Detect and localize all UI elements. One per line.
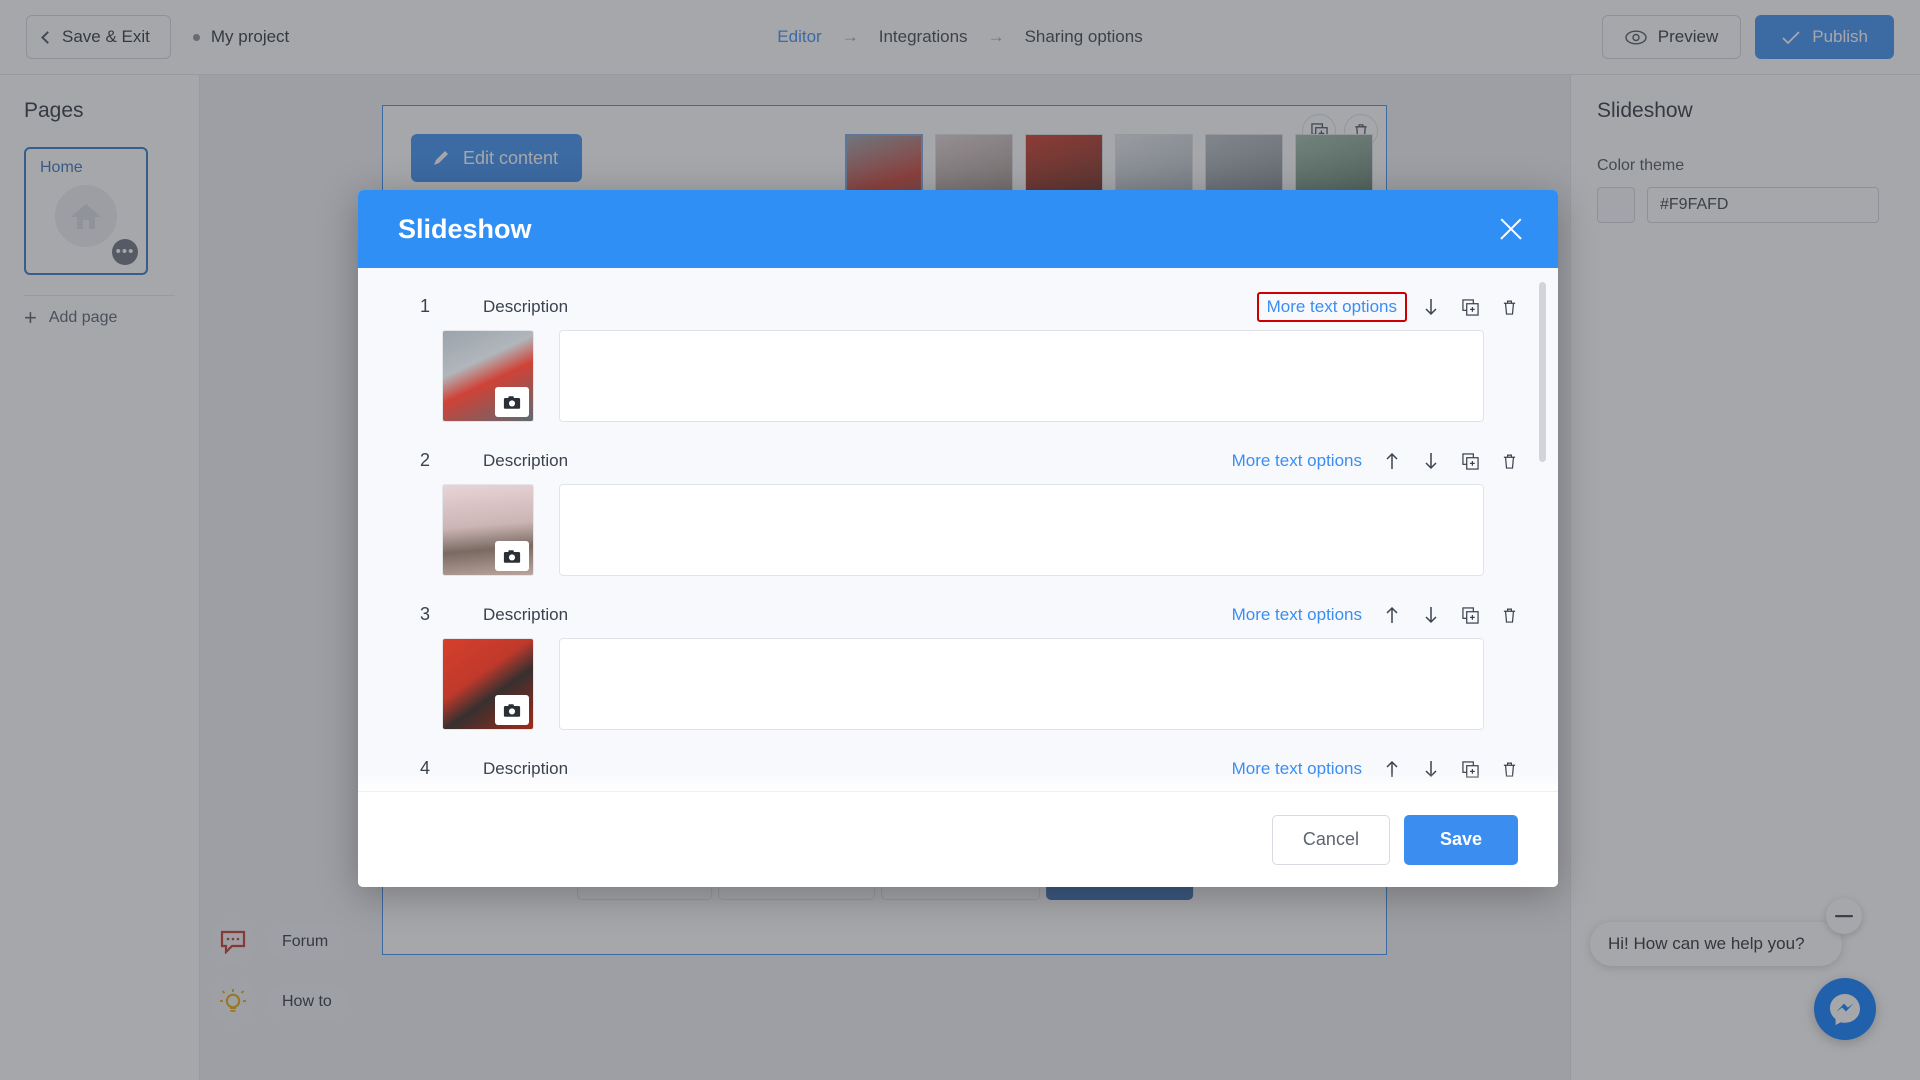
slide-row: Description More text options [392,444,1524,576]
slide-number: 1 [419,296,430,316]
save-button[interactable]: Save [1403,814,1518,865]
slide-number: 2 [419,450,430,470]
slide-thumbnail[interactable] [442,330,534,422]
move-up-button[interactable] [1377,600,1407,630]
slide-row-main: 2 [392,450,1524,576]
slide-row-header: Description More text options [392,444,1524,478]
delete-slide-button[interactable] [1494,600,1524,630]
modal-title: Slideshow [398,213,532,244]
duplicate-slide-button[interactable] [1455,292,1485,322]
slide-rows: Description More text options 1 Descript… [358,268,1558,791]
camera-icon [503,395,521,409]
slide-row-actions: More text options [1226,600,1524,630]
slide-row-header: Description More text options [392,290,1524,324]
description-input[interactable] [559,638,1484,730]
change-image-button[interactable] [495,541,529,571]
slide-thumbnail[interactable] [442,484,534,576]
arrow-up-icon [1386,452,1398,469]
duplicate-slide-button[interactable] [1455,446,1485,476]
slide-row-main: 3 [392,604,1524,730]
slide-row-actions: More text options [1256,292,1524,322]
move-down-button[interactable] [1416,446,1446,476]
slide-row-main: 1 [392,296,1524,422]
slide-thumbnail[interactable] [442,638,534,730]
close-icon[interactable] [1494,212,1528,246]
description-label: Description [483,605,569,624]
modal-body: Description More text options 1 Descript… [358,268,1558,791]
trash-icon [1503,608,1515,623]
description-input[interactable] [559,484,1484,576]
slide-row: Description More text options [392,598,1524,730]
arrow-up-icon [1386,606,1398,623]
change-image-button[interactable] [495,387,529,417]
move-down-button[interactable] [1416,292,1446,322]
slideshow-modal: Slideshow Description More text options [358,190,1558,887]
more-text-options-link[interactable]: More text options [1256,292,1407,322]
slide-row-header: Description More text options [392,598,1524,632]
more-text-options-link[interactable]: More text options [1226,601,1368,629]
arrow-down-icon [1425,453,1437,470]
duplicate-icon [1461,298,1479,316]
camera-icon [503,703,521,717]
arrow-down-icon [1425,607,1437,624]
duplicate-icon [1461,452,1479,470]
slide-row: Description More text options [392,290,1524,422]
change-image-button[interactable] [495,695,529,725]
cancel-button[interactable]: Cancel [1271,814,1390,865]
delete-slide-button[interactable] [1494,292,1524,322]
delete-slide-button[interactable] [1494,446,1524,476]
move-up-button[interactable] [1377,446,1407,476]
move-down-button[interactable] [1416,600,1446,630]
arrow-down-icon [1425,299,1437,316]
description-label: Description [483,451,569,470]
slide-number: 3 [419,604,430,624]
camera-icon [503,549,521,563]
modal-scrollbar[interactable] [1539,282,1546,791]
trash-icon [1503,454,1515,469]
more-text-options-link[interactable]: More text options [1226,447,1368,475]
description-label: Description [483,297,569,316]
description-input[interactable] [559,330,1484,422]
modal-scrollbar-thumb[interactable] [1539,282,1546,462]
trash-icon [1503,300,1515,315]
modal-footer: Cancel Save [358,791,1558,887]
slide-row-actions: More text options [1226,446,1524,476]
body-fade [358,773,1558,791]
modal-header: Slideshow [358,190,1558,268]
duplicate-icon [1461,606,1479,624]
duplicate-slide-button[interactable] [1455,600,1485,630]
